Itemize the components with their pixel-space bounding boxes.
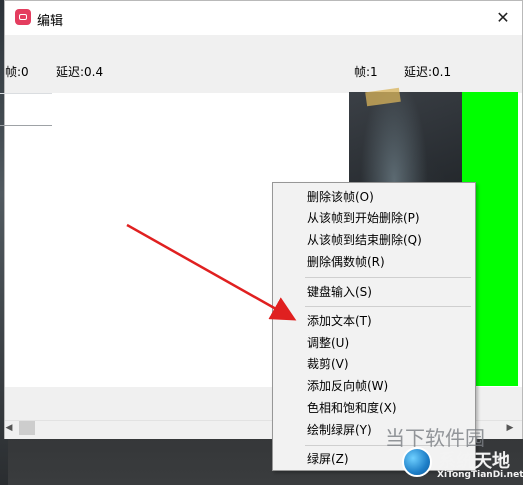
watermark-url: XiTongTianDi.net [437,470,523,480]
annotation-arrow [126,223,297,321]
watermark-globe-icon [402,447,432,477]
